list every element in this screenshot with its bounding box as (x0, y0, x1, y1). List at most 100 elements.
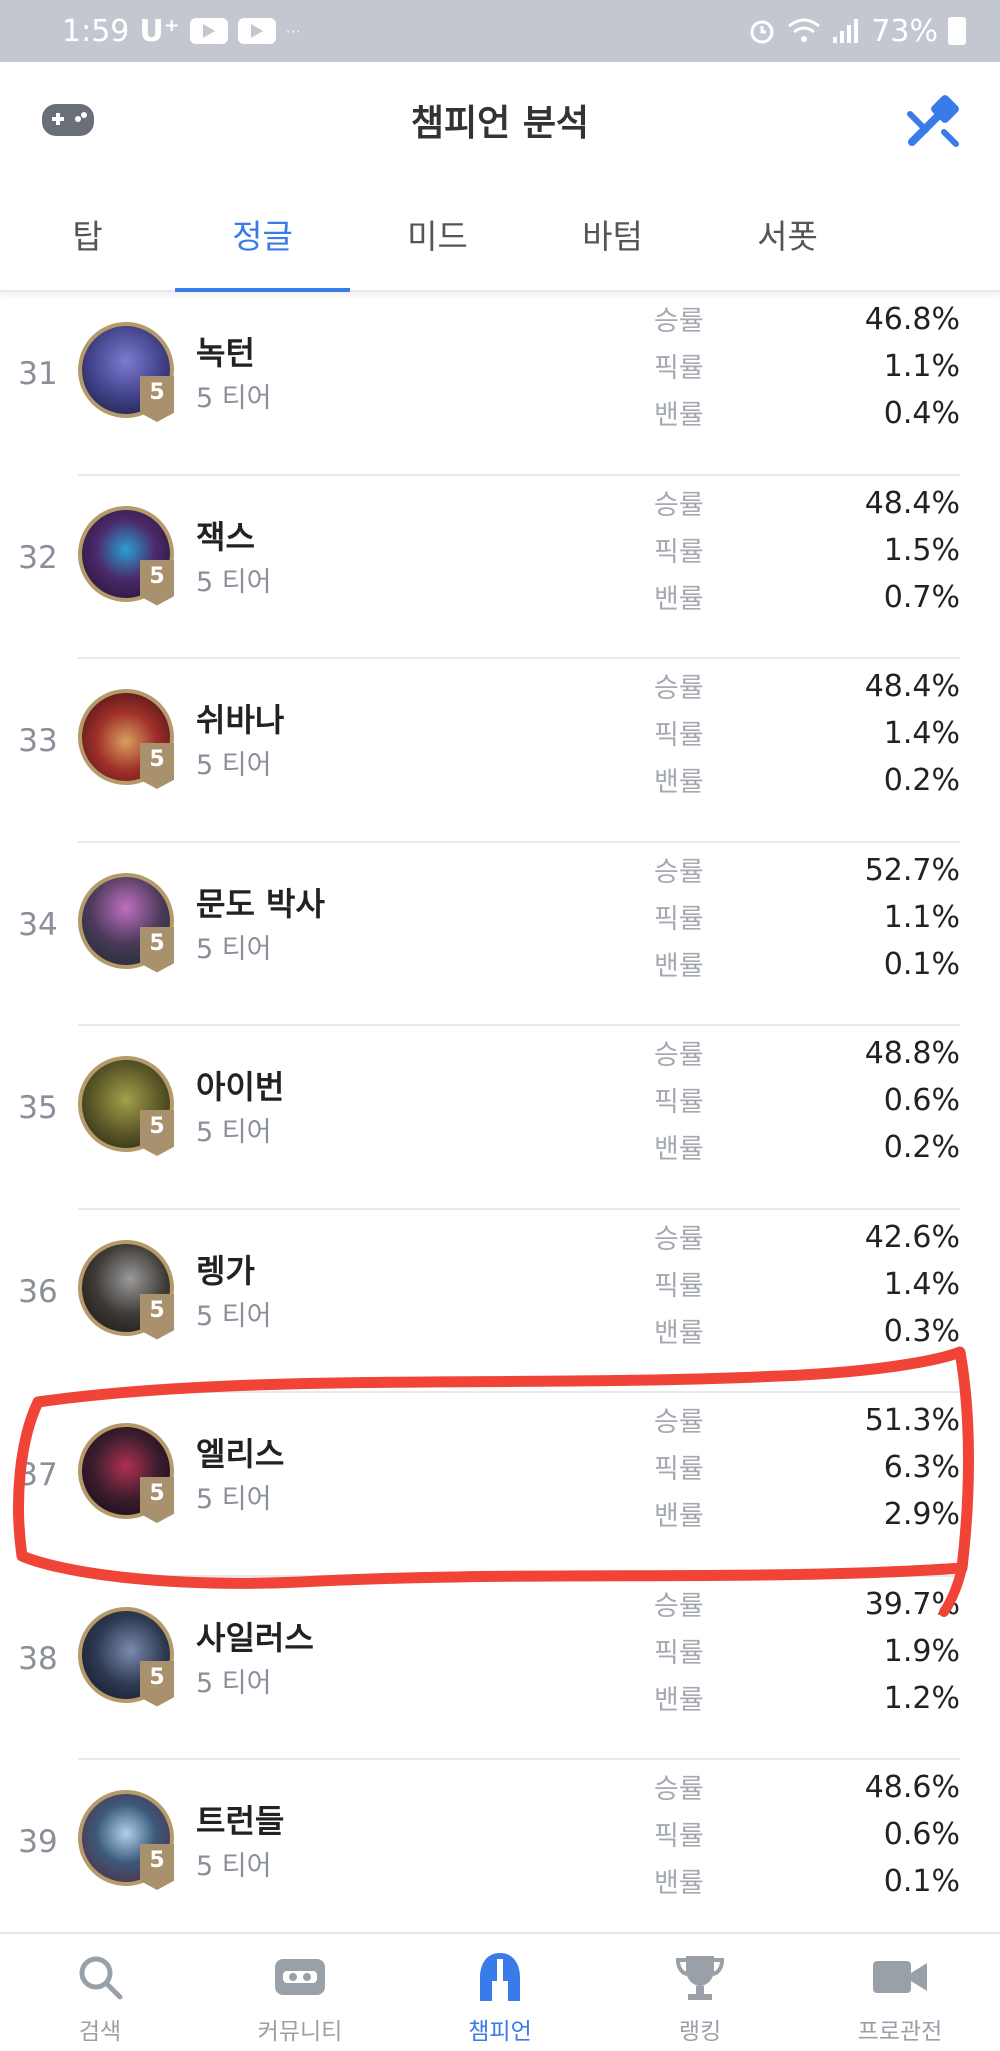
ban-rate-value: 0.2% (883, 763, 960, 798)
ban-rate-label: 밴률 (654, 583, 704, 615)
pick-rate-value: 1.9% (883, 1633, 960, 1669)
champion-rank: 36 (18, 1273, 58, 1310)
stat-labels: 승률 픽률 밴률 (654, 1399, 724, 1540)
champion-name: 엘리스 (196, 1435, 285, 1473)
tier-badge: 5 (140, 1110, 174, 1156)
champion-row[interactable]: 36 5 렝가 5 티어 승률 픽률 밴률 42.6% 1.4% 0.3% (0, 1210, 1000, 1394)
pick-rate-label: 픽률 (654, 1087, 704, 1118)
ban-rate-value: 0.1% (883, 946, 960, 982)
champion-tier: 5 티어 (196, 1117, 272, 1148)
tab-top[interactable]: 탑 (0, 178, 175, 290)
nav-pro-viewing[interactable]: 프로관전 (800, 1934, 1000, 2051)
pick-rate-value: 1.5% (883, 532, 960, 568)
nav-search[interactable]: 검색 (0, 1934, 200, 2051)
alarm-icon (750, 20, 774, 44)
tier-badge: 5 (140, 1844, 174, 1890)
champion-rank: 33 (18, 723, 58, 759)
ban-rate-label: 밴률 (654, 950, 704, 982)
ban-rate-value: 1.2% (883, 1680, 960, 1716)
champion-tier: 5 티어 (196, 566, 272, 598)
search-icon (76, 1950, 124, 2004)
nav-label: 커뮤니티 (257, 2019, 343, 2045)
stat-values: 42.6% 1.4% 0.3% (800, 1214, 960, 1355)
nav-label: 프로관전 (857, 2019, 943, 2045)
wifi-icon (788, 18, 821, 42)
champion-name: 문도 박사 (196, 884, 325, 923)
pick-rate-label: 픽률 (654, 1454, 704, 1485)
pick-rate-label: 픽률 (654, 1821, 704, 1852)
champion-rank: 39 (18, 1824, 58, 1860)
champion-rank: 37 (18, 1457, 58, 1493)
status-time: 1:59 (62, 13, 130, 49)
stat-values: 51.3% 6.3% 2.9% (800, 1397, 960, 1538)
champion-row[interactable]: 38 5 사일러스 5 티어 승률 픽률 밴률 39.7% 1.9% 1.2% (0, 1577, 1000, 1761)
tier-badge: 5 (140, 926, 174, 973)
champion-tier: 5 티어 (196, 1484, 272, 1515)
win-rate-value: 52.7% (864, 852, 960, 888)
stat-values: 48.8% 0.6% 0.2% (800, 1030, 960, 1171)
notification-dots: ··· (285, 21, 301, 41)
gamepad-icon[interactable] (40, 98, 96, 146)
patch-hammer-icon[interactable] (904, 94, 964, 154)
win-rate-value: 48.6% (864, 1770, 960, 1805)
win-rate-value: 51.3% (864, 1403, 960, 1438)
champion-name: 트런들 (196, 1802, 285, 1840)
stat-values: 48.4% 1.5% 0.7% (800, 480, 960, 621)
champion-name: 렝가 (196, 1251, 255, 1290)
champion-row[interactable]: 37 5 엘리스 5 티어 승률 픽률 밴률 51.3% 6.3% 2.9% (0, 1393, 1000, 1577)
nav-champion[interactable]: 챔피언 (400, 1934, 600, 2051)
tier-badge: 5 (140, 559, 174, 606)
win-rate-label: 승률 (654, 1040, 704, 1071)
champion-tier: 5 티어 (196, 750, 272, 781)
champion-name: 사일러스 (196, 1618, 314, 1657)
champion-row[interactable]: 39 5 트런들 5 티어 승률 픽률 밴률 48.6% 0.6% 0.1% (0, 1760, 1000, 1944)
champion-row[interactable]: 34 5 문도 박사 5 티어 승률 픽률 밴률 52.7% 1.1% 0.1% (0, 843, 1000, 1027)
tab-mid[interactable]: 미드 (350, 178, 525, 290)
status-right: 73% (747, 14, 966, 49)
ban-rate-label: 밴률 (654, 1868, 704, 1899)
ban-rate-value: 0.2% (883, 1130, 960, 1165)
carrier-label: U⁺ (139, 13, 180, 49)
pick-rate-value: 1.4% (883, 1266, 960, 1302)
ban-rate-label: 밴률 (654, 1317, 704, 1349)
app-header: 챔피언 분석 (0, 62, 1000, 178)
pick-rate-label: 픽률 (654, 720, 704, 751)
ban-rate-label: 밴률 (654, 1134, 704, 1165)
win-rate-value: 42.6% (864, 1219, 960, 1255)
pick-rate-label: 픽률 (654, 903, 704, 935)
champion-tier: 5 티어 (196, 1667, 272, 1699)
nav-community[interactable]: 커뮤니티 (200, 1934, 400, 2051)
position-tabs: 탑 정글 미드 바텀 서폿 (0, 178, 1000, 292)
tab-jungle[interactable]: 정글 (175, 178, 350, 292)
win-rate-label: 승률 (654, 856, 704, 888)
stat-labels: 승률 픽률 밴률 (654, 1583, 724, 1724)
pick-rate-value: 0.6% (883, 1817, 960, 1852)
champion-rank: 32 (18, 539, 58, 576)
stat-labels: 승률 픽률 밴률 (654, 1766, 724, 1907)
ban-rate-label: 밴률 (654, 400, 704, 431)
pick-rate-label: 픽률 (654, 536, 704, 568)
video-camera-icon (871, 1950, 929, 2004)
tab-bottom[interactable]: 바텀 (525, 178, 700, 290)
tier-badge: 5 (140, 376, 174, 422)
ban-rate-value: 0.3% (883, 1313, 960, 1349)
champion-rank: 38 (18, 1640, 58, 1677)
champion-row[interactable]: 31 5 녹턴 5 티어 승률 픽률 밴률 46.8% 1.1% 0.4% (0, 292, 1000, 476)
stat-labels: 승률 픽률 밴률 (654, 1032, 724, 1173)
nav-ranking[interactable]: 랭킹 (600, 1934, 800, 2051)
community-icon (273, 1950, 327, 2004)
page-title: 챔피언 분석 (410, 103, 590, 144)
champion-row[interactable]: 35 5 아이번 5 티어 승률 픽률 밴률 48.8% 0.6% 0.2% (0, 1026, 1000, 1210)
tier-badge: 5 (140, 743, 174, 789)
nav-label: 검색 (78, 2019, 122, 2045)
win-rate-label: 승률 (654, 1774, 704, 1805)
stat-values: 39.7% 1.9% 1.2% (800, 1581, 960, 1722)
stat-values: 48.4% 1.4% 0.2% (800, 663, 960, 804)
champion-row[interactable]: 33 5 쉬바나 5 티어 승률 픽률 밴률 48.4% 1.4% 0.2% (0, 659, 1000, 843)
ban-rate-value: 0.1% (883, 1864, 960, 1899)
champion-list: 31 5 녹턴 5 티어 승률 픽률 밴률 46.8% 1.1% 0.4% 32… (0, 292, 1000, 1944)
tab-support[interactable]: 서폿 (700, 178, 875, 290)
win-rate-label: 승률 (654, 1590, 704, 1622)
win-rate-value: 39.7% (864, 1586, 960, 1622)
champion-row[interactable]: 32 5 잭스 5 티어 승률 픽률 밴률 48.4% 1.5% 0.7% (0, 476, 1000, 660)
